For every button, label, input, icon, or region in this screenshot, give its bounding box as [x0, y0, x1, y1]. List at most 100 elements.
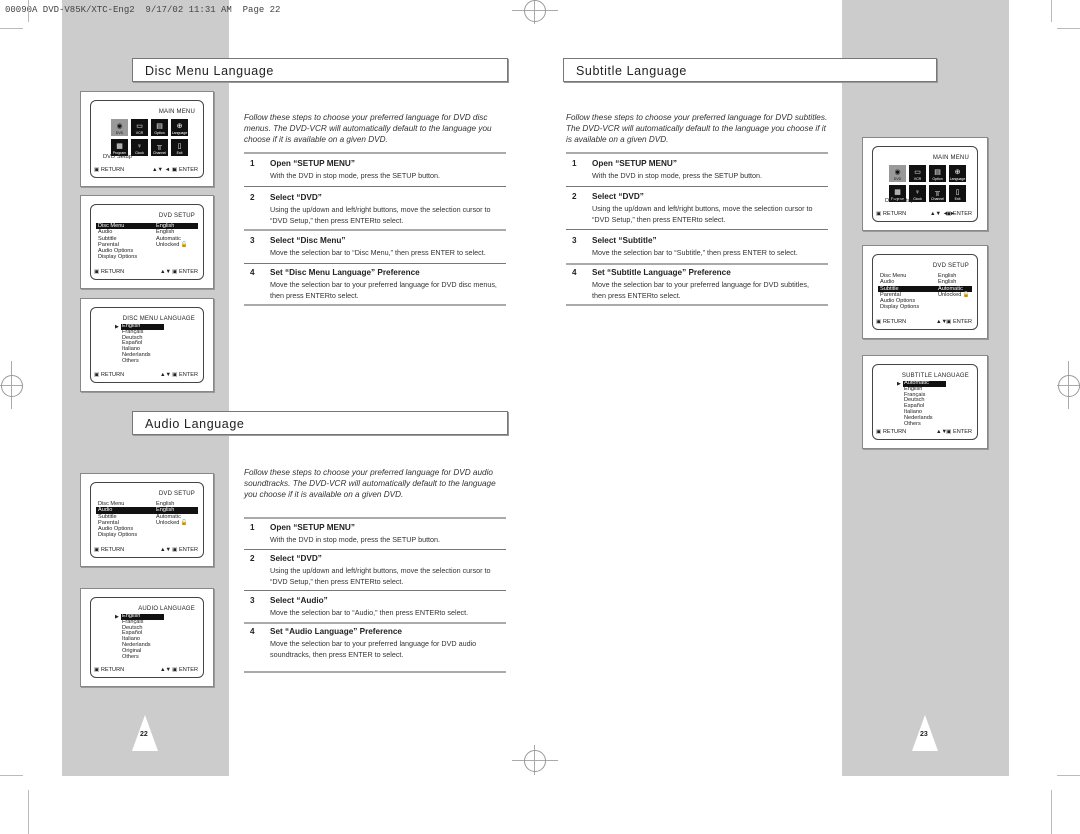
enter-icon: ▣: [172, 269, 178, 275]
language-list: ▶ Automatic English Français Deutsch Esp…: [897, 380, 946, 427]
nav-arrows-icon: ▲▼: [160, 269, 172, 275]
osd-dvd-setup-panel-subtitle: DVD SETUP Disc Menu English Audio English …: [862, 245, 988, 339]
nav-arrows-icon: ▲▼: [160, 372, 172, 378]
crop-mark: [28, 790, 29, 834]
setup-rows: Disc Menu English Audio English Subtitle Au…: [878, 273, 972, 311]
nav-arrows-icon: ▲▼: [936, 319, 948, 325]
osd-dvd-setup-panel: DVD SETUP Disc Menu English Audio English …: [80, 195, 214, 289]
osd-title: MAIN MENU: [158, 109, 195, 115]
page-number: 22: [140, 731, 148, 738]
divider: [244, 517, 506, 519]
divider: [244, 186, 506, 187]
osd-footer: ▣ RETURN ▲▼ ▣ ENTER: [94, 547, 198, 553]
section-title-disc-menu: Disc Menu Language: [132, 58, 508, 82]
setup-row-display-options: Display Options: [880, 304, 920, 311]
disc-menu-intro: Follow these steps to choose your prefer…: [244, 113, 492, 144]
lock-icon: 🔓: [180, 241, 188, 248]
osd-footer: ▣ RETURN ▲▼ ▣ ENTER: [876, 319, 972, 325]
channel-icon: ╥ Channel: [929, 185, 946, 202]
main-menu-icons: ◉ DVD ▭ VCR ▤ Option ⊕ Language ▦ Program ♀ Cl…: [111, 119, 188, 156]
section-title-audio: Audio Language: [132, 411, 508, 435]
osd-title: DISC MENU LANGUAGE: [122, 316, 195, 322]
osd-dvd-setup-panel-audio: DVD SETUP Disc Menu English Audio English …: [80, 473, 214, 567]
channel-icon: ╥ Channel: [151, 139, 168, 156]
osd-title: AUDIO LANGUAGE: [138, 606, 195, 612]
setup-rows: Disc Menu English Audio English Subtitle Au…: [96, 223, 198, 261]
osd-footer: ▣ RETURN ▲▼ ▣ ENTER: [94, 667, 198, 673]
cursor-arrow-icon: ▶: [897, 381, 901, 387]
divider: [244, 263, 506, 264]
language-item: Others: [122, 357, 139, 364]
enter-icon: ▣: [172, 547, 178, 553]
subtitle-intro: Follow these steps to choose your prefer…: [566, 113, 828, 144]
cursor-arrow-icon: ▶: [115, 614, 119, 620]
crop-mark: [0, 775, 23, 776]
osd-caption: DVD Setup: [885, 198, 914, 204]
divider: [244, 304, 506, 306]
return-icon: ▣: [94, 372, 100, 378]
divider: [566, 304, 828, 306]
vcr-icon: ▭ VCR: [131, 119, 148, 136]
osd-title: DVD SETUP: [932, 263, 969, 269]
osd-disc-menu-language-panel: DISC MENU LANGUAGE ▶ English Français De…: [80, 298, 214, 392]
nav-arrows-icon: ▲▼ ◄ ►: [930, 211, 956, 217]
osd-subtitle-language-panel: SUBTITLE LANGUAGE ▶ Automatic English Fr…: [862, 355, 988, 449]
enter-icon: ▣: [172, 372, 178, 378]
setup-row-display-options: Display Options: [98, 254, 138, 261]
divider: [244, 671, 506, 673]
osd-footer: ▣ RETURN ▲▼ ▣ ENTER: [876, 429, 972, 435]
osd-footer: ▣ RETURN ▲▼ ▣ ENTER: [94, 372, 198, 378]
lock-icon: 🔓: [180, 519, 188, 526]
page-number: 23: [920, 731, 928, 738]
exit-icon: ▯ Exit: [949, 185, 966, 202]
language-item: Others: [122, 653, 139, 660]
dvd-icon: ◉ DVD: [111, 119, 128, 136]
crop-mark: [28, 0, 29, 22]
return-icon: ▣: [94, 269, 100, 275]
divider: [566, 152, 828, 154]
divider: [244, 152, 506, 154]
divider: [244, 590, 506, 591]
return-icon: ▣: [876, 211, 882, 217]
audio-intro: Follow these steps to choose your prefer…: [244, 468, 496, 499]
return-icon: ▣: [876, 319, 882, 325]
osd-main-menu-panel: MAIN MENU ◉ DVD ▭ VCR ▤ Option ⊕ Language ▦ P…: [80, 91, 214, 187]
nav-arrows-icon: ▲▼ ◄ ►: [152, 167, 178, 173]
vcr-icon: ▭ VCR: [909, 165, 926, 182]
section-title-subtitle: Subtitle Language: [563, 58, 937, 82]
osd-title: DVD SETUP: [158, 491, 195, 497]
divider: [244, 229, 506, 231]
print-slug: 00090A DVD-V85K/XTC-Eng2 9/17/02 11:31 A…: [5, 5, 281, 15]
osd-title: DVD SETUP: [158, 213, 195, 219]
option-icon: ▤ Option: [151, 119, 168, 136]
nav-arrows-icon: ▲▼: [160, 547, 172, 553]
osd-caption: DVD Setup: [103, 154, 132, 160]
setup-row-display-options: Display Options: [98, 532, 138, 539]
divider: [566, 229, 828, 230]
clock-icon: ♀ Clock: [131, 139, 148, 156]
option-icon: ▤ Option: [929, 165, 946, 182]
language-icon: ⊕ Language: [949, 165, 966, 182]
crop-mark: [1057, 775, 1080, 776]
crop-mark: [1051, 0, 1052, 22]
return-icon: ▣: [94, 167, 100, 173]
osd-footer: ▣ RETURN ▲▼ ▣ ENTER: [94, 269, 198, 275]
nav-arrows-icon: ▲▼: [160, 667, 172, 673]
nav-arrows-icon: ▲▼: [936, 429, 948, 435]
lock-icon: 🔓: [962, 291, 970, 298]
osd-title: MAIN MENU: [932, 155, 969, 161]
divider: [244, 549, 506, 550]
osd-title: SUBTITLE LANGUAGE: [901, 373, 969, 379]
crop-mark: [1057, 28, 1080, 29]
enter-icon: ▣: [172, 667, 178, 673]
osd-footer: ▣ RETURN ▲▼ ◄ ► ▣ ENTER: [94, 167, 198, 173]
divider: [566, 186, 828, 187]
exit-icon: ▯ Exit: [171, 139, 188, 156]
language-icon: ⊕ Language: [171, 119, 188, 136]
osd-footer: ▣ RETURN ▲▼ ◄ ► ▣ ENTER: [876, 211, 972, 217]
crop-mark: [1051, 790, 1052, 834]
language-list: ▶ English Français Deutsch Español Itali…: [115, 323, 164, 365]
crop-mark: [0, 28, 23, 29]
setup-rows: Disc Menu English Audio English Subtitle Au…: [96, 501, 198, 539]
return-icon: ▣: [94, 547, 100, 553]
